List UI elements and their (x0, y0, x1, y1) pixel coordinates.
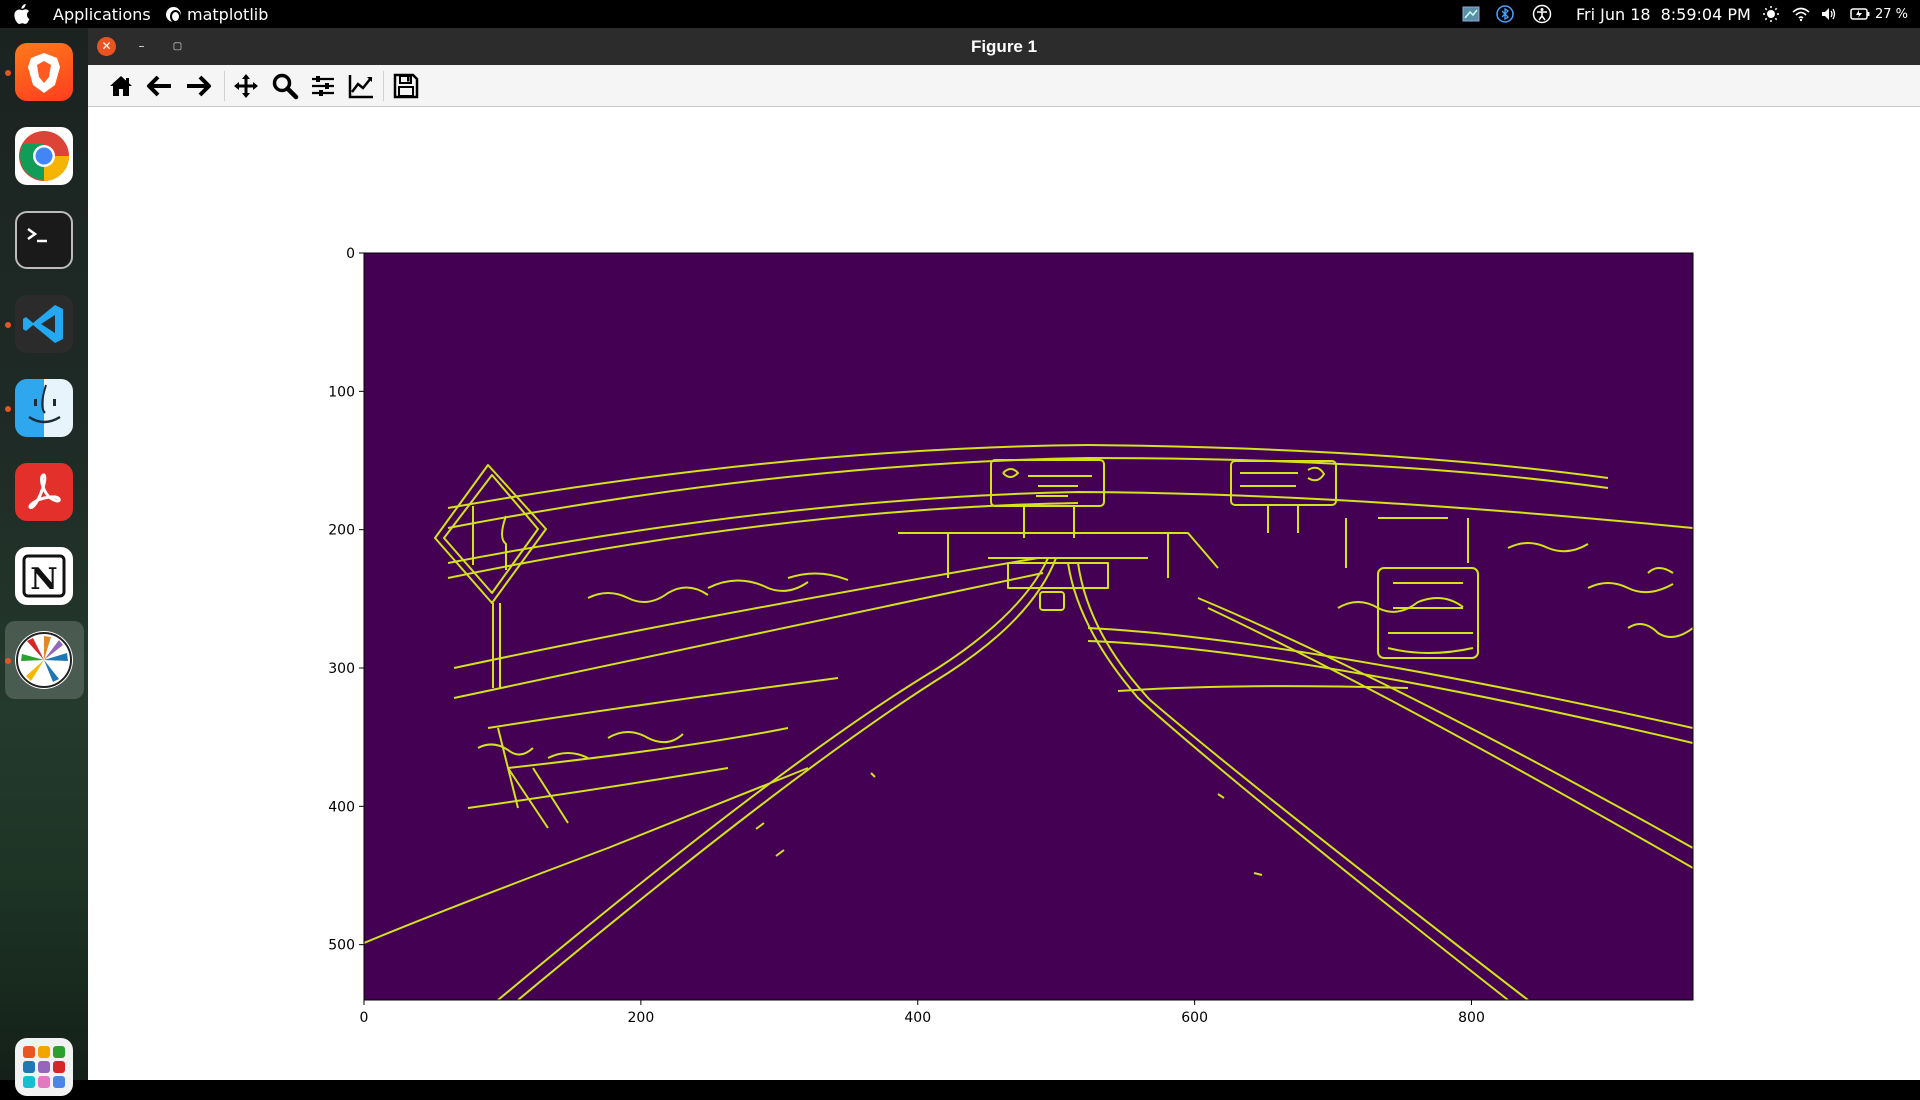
maximize-icon[interactable]: ▢ (168, 37, 187, 56)
running-indicator (5, 322, 11, 328)
plot-svg: 0 200 400 600 800 0 100 200 300 400 500 (328, 246, 1694, 1026)
date-label: Fri Jun 18 (1576, 4, 1651, 24)
running-indicator (5, 658, 11, 664)
terminal-icon[interactable] (15, 211, 73, 269)
chrome-icon[interactable] (15, 127, 73, 185)
acrobat-icon[interactable] (15, 463, 73, 521)
y-tick-label: 100 (328, 384, 355, 400)
running-indicator (5, 70, 11, 76)
window-titlebar[interactable]: Figure 1 ✕ – ▢ (88, 28, 1920, 65)
battery-icon[interactable] (1850, 0, 1870, 28)
svg-text:N: N (30, 562, 57, 597)
x-tick-label: 0 (360, 1010, 369, 1026)
y-tick-label: 400 (328, 799, 355, 815)
active-app-menu[interactable]: matplotlib (166, 0, 268, 28)
figure-window: Figure 1 ✕ – ▢ 0 200 400 600 800 0 100 2… (88, 28, 1920, 1080)
accessibility-icon[interactable] (1532, 0, 1552, 28)
edge-image[interactable] (364, 253, 1693, 1000)
toolbar-separator (224, 71, 225, 101)
x-tick-label: 400 (904, 1010, 931, 1026)
edit-axis-icon[interactable] (345, 71, 377, 101)
notion-icon[interactable]: N (15, 547, 73, 605)
y-tick-label: 500 (328, 938, 355, 954)
screen-icon[interactable] (1462, 0, 1480, 28)
matplotlib-icon (166, 6, 181, 23)
pan-icon[interactable] (230, 71, 262, 101)
toolbar-separator (383, 71, 384, 101)
configure-subplots-icon[interactable] (307, 71, 339, 101)
x-axis-ticks: 0 200 400 600 800 (360, 1000, 1485, 1026)
bluetooth-icon[interactable] (1496, 0, 1514, 28)
zoom-icon[interactable] (269, 71, 301, 101)
volume-icon[interactable] (1820, 0, 1838, 28)
time-label: 8:59:04 PM (1660, 4, 1751, 24)
top-panel: Applications matplotlib Fri Jun 18 8:59:… (0, 0, 1920, 28)
applications-menu[interactable]: Applications (53, 0, 151, 28)
apps-grid-icon[interactable] (15, 1038, 73, 1096)
back-icon[interactable] (144, 71, 176, 101)
clock[interactable]: Fri Jun 18 8:59:04 PM (1576, 0, 1761, 28)
figure-canvas[interactable]: 0 200 400 600 800 0 100 200 300 400 500 (88, 108, 1920, 1080)
window-title: Figure 1 (970, 37, 1038, 56)
save-icon[interactable] (390, 71, 422, 101)
brightness-icon[interactable] (1762, 0, 1780, 28)
y-axis-ticks: 0 100 200 300 400 500 (328, 246, 364, 954)
navigation-toolbar (88, 65, 1920, 107)
active-app-label: matplotlib (187, 4, 269, 24)
close-icon[interactable]: ✕ (97, 37, 116, 56)
vscode-icon[interactable] (15, 295, 73, 353)
x-tick-label: 200 (628, 1010, 655, 1026)
dock: N (0, 28, 88, 1096)
brave-icon[interactable] (15, 43, 73, 101)
y-tick-label: 200 (328, 523, 355, 539)
finder-icon[interactable] (15, 379, 73, 437)
matplotlib-icon[interactable] (15, 631, 73, 689)
y-tick-label: 0 (346, 246, 355, 262)
forward-icon[interactable] (182, 71, 214, 101)
x-tick-label: 800 (1458, 1010, 1485, 1026)
wifi-icon[interactable] (1792, 0, 1810, 28)
apple-icon[interactable] (12, 0, 30, 28)
home-icon[interactable] (105, 71, 137, 101)
y-tick-label: 300 (328, 661, 355, 677)
minimize-icon[interactable]: – (132, 37, 151, 56)
battery-percent: 27 % (1875, 6, 1909, 22)
x-tick-label: 600 (1181, 1010, 1208, 1026)
running-indicator (5, 406, 11, 412)
